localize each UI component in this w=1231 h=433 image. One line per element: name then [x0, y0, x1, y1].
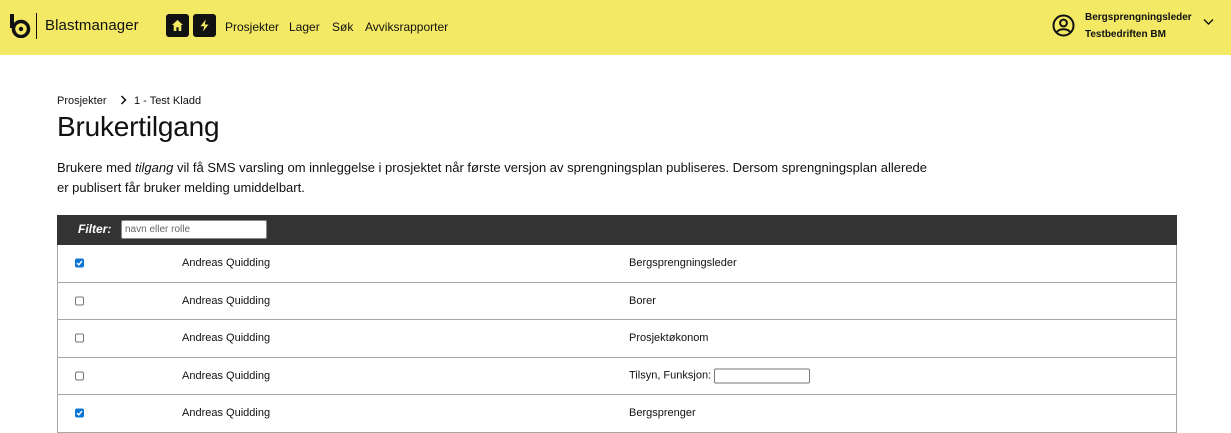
- user-role: Bergsprenger: [629, 407, 696, 419]
- user-role: Bergsprengningsleder: [629, 257, 737, 269]
- user-role: Tilsyn, Funksjon:: [629, 368, 811, 384]
- chevron-right-icon: [120, 95, 127, 105]
- user-name: Andreas Quidding: [182, 294, 271, 307]
- table-row: Andreas Quidding Bergsprengningsleder: [58, 245, 1176, 283]
- role-text: Bergsprenger: [629, 407, 696, 420]
- breadcrumb-current: 1 - Test Kladd: [134, 95, 202, 107]
- nav-link-prosjekter[interactable]: Prosjekter: [225, 20, 279, 34]
- chevron-down-icon[interactable]: [1203, 18, 1214, 26]
- page-description: Brukere med tilgang vil få SMS varsling …: [57, 158, 937, 198]
- description-end: vil få SMS varsling om innleggelse i pro…: [57, 160, 928, 195]
- access-checkbox[interactable]: [75, 408, 84, 418]
- user-role: Borer: [629, 295, 656, 307]
- brand-name[interactable]: Blastmanager: [45, 17, 139, 34]
- user-circle-icon[interactable]: [1052, 14, 1075, 37]
- blastmanager-logo-icon[interactable]: [9, 14, 31, 38]
- role-text: Prosjektøkonom: [629, 332, 709, 345]
- home-button[interactable]: [166, 14, 189, 37]
- table-row: Andreas Quidding Prosjektøkonom: [58, 320, 1176, 358]
- table-row: Andreas Quidding Borer: [58, 283, 1176, 320]
- filter-input[interactable]: [121, 220, 267, 239]
- user-role: Prosjektøkonom: [629, 332, 708, 344]
- role-text: Borer: [629, 294, 656, 307]
- user-role-label[interactable]: Bergsprengningsleder: [1085, 12, 1192, 23]
- page-title: Brukertilgang: [57, 111, 220, 142]
- filter-label: Filter:: [78, 222, 112, 236]
- quick-action-button[interactable]: [193, 14, 216, 37]
- breadcrumb-prosjekter[interactable]: Prosjekter: [57, 95, 107, 107]
- user-access-table: Andreas Quidding Bergsprengningsleder An…: [57, 245, 1177, 433]
- table-row: Andreas Quidding Tilsyn, Funksjon:: [58, 358, 1176, 395]
- logo-divider: [36, 13, 37, 39]
- filter-bar: Filter:: [57, 215, 1177, 245]
- user-name: Andreas Quidding: [182, 369, 271, 382]
- checkmark-icon: [76, 260, 83, 267]
- user-name: Andreas Quidding: [182, 407, 271, 420]
- nav-link-lager[interactable]: Lager: [289, 20, 320, 34]
- user-name: Andreas Quidding: [182, 332, 271, 345]
- table-row: Andreas Quidding Bergsprenger: [58, 395, 1176, 433]
- description-start: Brukere med: [57, 160, 136, 175]
- access-checkbox[interactable]: [75, 296, 84, 306]
- access-checkbox[interactable]: [75, 258, 84, 268]
- user-name: Andreas Quidding: [182, 257, 271, 270]
- access-checkbox[interactable]: [75, 333, 84, 343]
- user-company-label[interactable]: Testbedriften BM: [1085, 29, 1166, 40]
- home-icon: [172, 20, 183, 31]
- checkmark-icon: [76, 410, 83, 417]
- role-text: Bergsprengningsleder: [629, 257, 737, 270]
- description-emphasis: tilgang: [135, 160, 174, 175]
- nav-link-avviksrapporter[interactable]: Avviksrapporter: [365, 20, 448, 34]
- access-checkbox[interactable]: [75, 371, 84, 381]
- top-navigation-bar: Blastmanager Prosjekter Lager Søk Avviks…: [0, 0, 1231, 55]
- function-input[interactable]: [714, 368, 811, 384]
- role-text: Tilsyn, Funksjon:: [629, 369, 712, 382]
- nav-link-sok[interactable]: Søk: [332, 20, 353, 34]
- lightning-icon: [200, 19, 209, 32]
